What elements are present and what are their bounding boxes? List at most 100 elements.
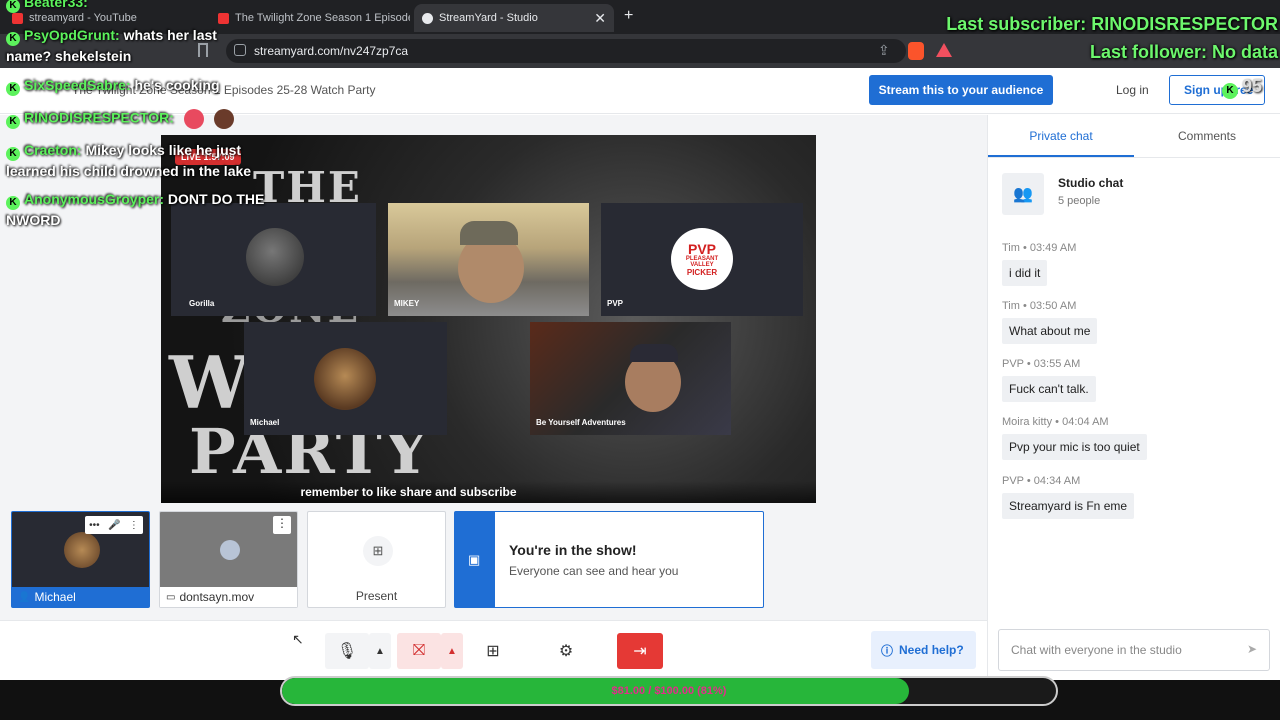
- message-time: 04:04 AM: [1062, 416, 1109, 428]
- overlay-username: AnonymousGroyper:: [24, 191, 165, 207]
- message-text: Fuck can't talk.: [1002, 376, 1096, 402]
- participant-name: Be Yourself Adventures: [536, 418, 626, 427]
- streamyard-icon: [422, 12, 433, 24]
- login-link[interactable]: Log in: [1116, 83, 1149, 97]
- logo-text: PVP: [687, 240, 716, 257]
- tab-streamyard[interactable]: StreamYard - Studio ✕: [414, 4, 614, 32]
- chat-message: Tim • 03:49 AM i did it: [1002, 242, 1262, 286]
- overlay-chat-line: K SixSpeedSabre: he's cooking: [6, 77, 220, 96]
- mic-button[interactable]: 🎙: [325, 633, 369, 669]
- url-text: streamyard.com/nv247zp7ca: [254, 44, 409, 58]
- settings-button[interactable]: ⚙: [544, 633, 588, 669]
- person-card-icon: ▣: [468, 552, 481, 567]
- kick-badge-icon: K: [6, 82, 20, 96]
- need-help-label: Need help?: [899, 643, 964, 657]
- thumb-label: 👤 Michael: [12, 587, 149, 607]
- video-file-icon: ▭: [166, 591, 176, 603]
- tab-comments[interactable]: Comments: [1134, 115, 1280, 157]
- chat-placeholder: Chat with everyone in the studio: [1011, 643, 1182, 657]
- in-show-subtitle: Everyone can see and hear you: [509, 564, 679, 578]
- group-icon: 👥: [1002, 173, 1044, 215]
- camera-off-button[interactable]: ⛝: [397, 633, 441, 669]
- participant-tile-gorilla[interactable]: Gorilla: [171, 203, 376, 316]
- participant-tile-michael[interactable]: Michael: [244, 322, 447, 435]
- person-icon: 👤: [18, 591, 31, 603]
- divider: [988, 157, 1280, 158]
- overlay-chat-line: K PsyOpdGrunt: whats her last: [6, 27, 217, 46]
- viewer-count: K 95: [1222, 76, 1262, 99]
- gear-icon: ⚙: [558, 643, 574, 660]
- brave-rewards-icon[interactable]: [936, 43, 952, 57]
- overlay-username: RINODISRESPECTOR:: [24, 109, 174, 126]
- message-author: Tim: [1002, 242, 1020, 254]
- help-icon: ⓘ: [881, 643, 894, 658]
- mic-options-button[interactable]: ▲: [369, 633, 391, 669]
- message-time: 03:50 AM: [1029, 300, 1077, 312]
- tab-twilight-zone[interactable]: The Twilight Zone Season 1 Episodes: [210, 4, 410, 32]
- overlay-chat-line: K AnonymousGroyper: DONT DO THE: [6, 191, 264, 210]
- mic-icon[interactable]: 🎤: [108, 520, 120, 531]
- message-author: Tim: [1002, 300, 1020, 312]
- avatar: [314, 348, 376, 410]
- thumb-michael[interactable]: ••• 🎤 ⋮ 👤 Michael: [11, 511, 150, 608]
- camera-off-icon: ⛝: [412, 642, 426, 659]
- menu-icon[interactable]: ⋮: [129, 520, 139, 531]
- camera-options-button[interactable]: ▲: [441, 633, 463, 669]
- overlay-message: Mikey looks like he just: [85, 142, 242, 158]
- avatar: [246, 228, 304, 286]
- present-button[interactable]: ⊞ Present: [307, 511, 446, 608]
- participant-name: Gorilla: [189, 299, 215, 308]
- participant-tile-mikey[interactable]: MIKEY: [388, 203, 589, 316]
- goal-text: $81.00 / $100.00 (81%): [611, 685, 727, 697]
- share-screen-button[interactable]: ⊞: [471, 633, 515, 669]
- message-author: Moira kitty: [1002, 416, 1053, 428]
- studio-chat-people: 5 people: [1058, 195, 1101, 207]
- more-dots-icon[interactable]: •••: [89, 520, 100, 531]
- overlay-username: SixSpeedSabre:: [24, 77, 131, 93]
- send-icon[interactable]: ➤: [1247, 642, 1257, 656]
- thumb-name: dontsayn.mov: [179, 590, 255, 604]
- last-follower: Last follower: No data: [1089, 42, 1278, 62]
- thumb-label: ▭ dontsayn.mov: [160, 587, 297, 607]
- tab-title: The Twilight Zone Season 1 Episodes: [235, 12, 410, 24]
- tab-private-chat[interactable]: Private chat: [988, 115, 1134, 157]
- cap-shape: [630, 344, 678, 362]
- chat-message: PVP • 03:55 AM Fuck can't talk.: [1002, 358, 1262, 402]
- youtube-icon: [12, 12, 23, 24]
- message-time: 03:55 AM: [1033, 358, 1081, 370]
- overlay-username: Craeton:: [24, 142, 82, 158]
- stream-to-audience-button[interactable]: Stream this to your audience: [869, 75, 1053, 105]
- emote-icon: [213, 109, 234, 129]
- viewer-count-value: 95: [1242, 76, 1263, 96]
- in-show-title: You're in the show!: [509, 542, 637, 558]
- need-help-button[interactable]: ⓘ Need help?: [871, 631, 976, 669]
- pvp-logo: PVP PLEASANT VALLEY PICKER: [671, 228, 733, 290]
- youtube-icon: [218, 12, 229, 24]
- message-time: 04:34 AM: [1033, 475, 1081, 487]
- thumb-controls: ••• 🎤 ⋮: [85, 516, 143, 534]
- kick-badge-icon: K: [1222, 83, 1238, 99]
- thumb-name: Michael: [34, 590, 76, 604]
- chat-input[interactable]: Chat with everyone in the studio ➤: [998, 629, 1270, 671]
- participant-tile-pvp[interactable]: PVP PLEASANT VALLEY PICKER PVP: [601, 203, 803, 316]
- in-show-bar: ▣: [455, 512, 495, 607]
- kick-badge-icon: K: [6, 114, 20, 129]
- address-input[interactable]: streamyard.com/nv247zp7ca: [226, 39, 906, 63]
- overlay-message: he's cooking: [134, 77, 220, 93]
- thumb-video-file[interactable]: ⋮ ▭ dontsayn.mov: [159, 511, 298, 608]
- overlay-chat-line: K Beater33:: [6, 0, 88, 13]
- participant-tile-be-yourself[interactable]: Be Yourself Adventures: [530, 322, 731, 435]
- share-icon[interactable]: ⇪: [878, 42, 890, 59]
- overlay-message: whats her last: [123, 27, 217, 43]
- new-tab-icon[interactable]: +: [624, 7, 633, 25]
- menu-icon[interactable]: ⋮: [273, 516, 291, 534]
- overlay-chat-line: K Craeton: Mikey looks like he just: [6, 142, 241, 161]
- message-time: 03:49 AM: [1029, 242, 1077, 254]
- site-info-icon[interactable]: [234, 44, 246, 56]
- control-bar: ↖ 🎙 ▲ ⛝ ▲ ⊞ ⚙ ⇥ ⓘ Need help?: [0, 620, 987, 680]
- close-icon[interactable]: ✕: [594, 10, 606, 27]
- present-label: Present: [355, 589, 398, 603]
- leave-studio-button[interactable]: ⇥: [617, 633, 663, 669]
- brave-shield-icon[interactable]: [908, 42, 924, 60]
- chat-message: PVP • 04:34 AM Streamyard is Fn eme: [1002, 475, 1262, 519]
